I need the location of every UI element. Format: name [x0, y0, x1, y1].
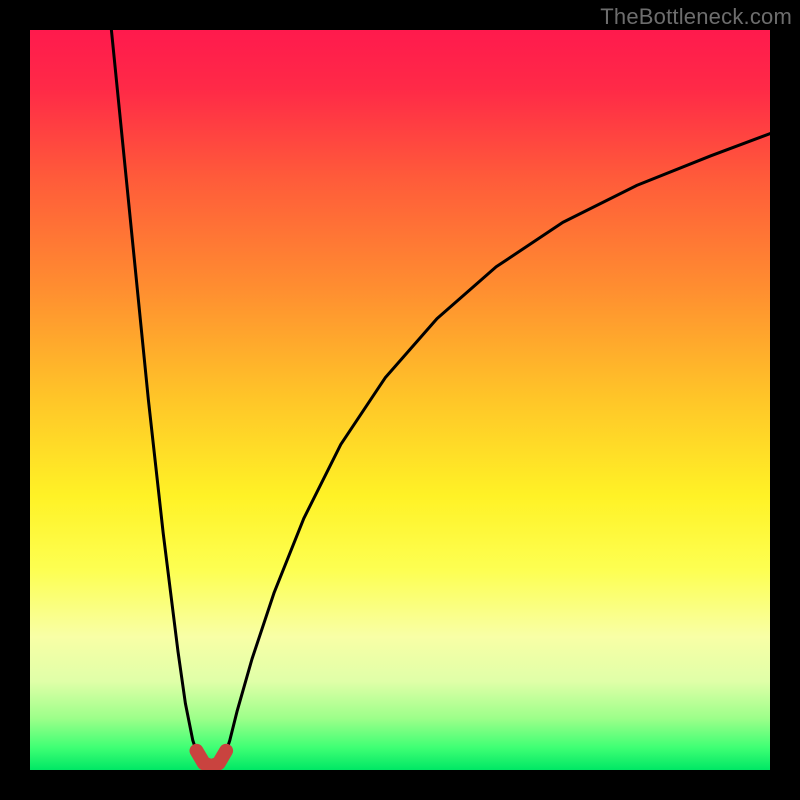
- gradient-background: [30, 30, 770, 770]
- watermark-text: TheBottleneck.com: [600, 4, 792, 30]
- plot-area: [30, 30, 770, 770]
- chart-frame: TheBottleneck.com: [0, 0, 800, 800]
- chart-svg: [30, 30, 770, 770]
